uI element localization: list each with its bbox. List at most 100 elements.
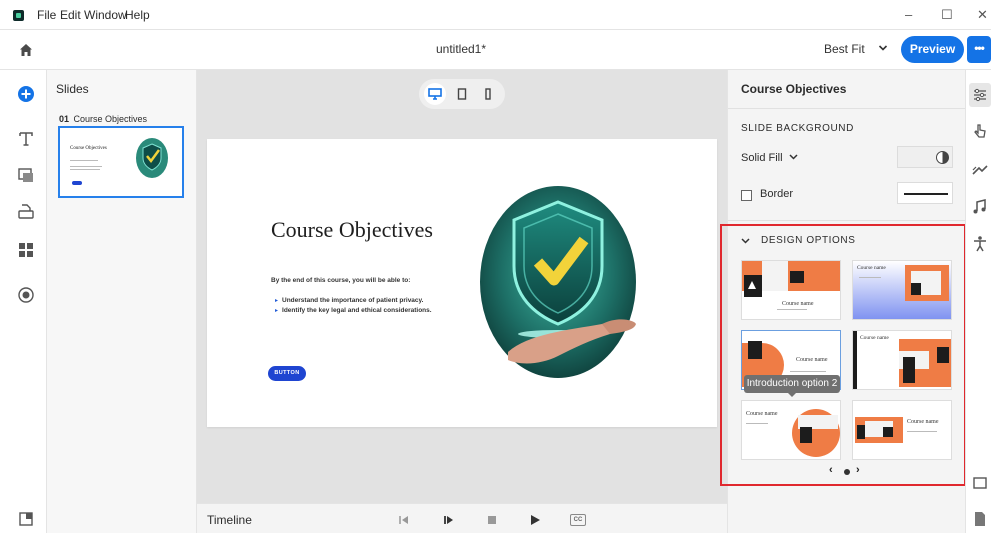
fill-type-dropdown[interactable]: Solid Fill [741,152,783,164]
border-label: Border [760,188,794,200]
panel-icon[interactable] [971,474,989,492]
slide-intro-text[interactable]: By the end of this course, you will be a… [271,277,410,284]
desktop-icon [428,88,442,100]
stop-icon[interactable] [485,513,499,527]
page-indicator-dot[interactable] [844,469,850,475]
design-layout-option[interactable]: Course name [852,400,952,460]
border-style-picker[interactable] [897,182,953,204]
left-toolbar [0,70,47,533]
design-layout-option[interactable]: Course name [852,330,952,390]
thumbnail-text-line [70,169,100,170]
document-title: untitled1* [435,42,487,56]
media-icon[interactable] [17,166,35,184]
previous-page-button[interactable]: ‹ [829,464,833,476]
close-window-button[interactable]: ✕ [977,7,988,23]
properties-panel: Course Objectives SLIDE BACKGROUND Solid… [720,70,966,533]
menubar: File Edit Window Help – ☐ ✕ [0,0,991,30]
thumbnail-text-line [70,166,102,167]
chevron-down-icon[interactable] [878,43,888,53]
slide-thumbnail[interactable]: Course Objectives [58,126,184,198]
file-icon[interactable] [971,510,989,528]
audio-icon[interactable] [971,198,989,216]
slide-title[interactable]: Course Objectives [271,217,433,243]
app-logo-icon [13,10,24,21]
divider [728,108,966,109]
more-options-button[interactable]: ••• [967,36,991,63]
minimize-button[interactable]: – [905,7,912,22]
mobile-icon [485,88,491,100]
thumbnail-button [72,181,82,185]
properties-title: Course Objectives [741,82,847,96]
layout-preview [742,401,840,459]
layout-preview [742,261,840,319]
design-layout-option[interactable]: Course name [741,400,841,460]
step-forward-icon[interactable] [442,513,456,527]
thumbnail-title: Course Objectives [70,146,107,151]
slide-bullet: Identify the key legal and ethical consi… [275,306,432,316]
right-rail [965,70,991,533]
divider [728,220,966,221]
zoom-dropdown[interactable]: Best Fit [824,42,865,56]
canvas-area: Course Objectives By the end of this cou… [197,70,727,503]
tablet-mode-button[interactable] [451,83,473,105]
tablet-icon [457,88,467,100]
slides-panel: Slides 01 Course Objectives Course Objec… [47,70,197,533]
desktop-mode-button[interactable] [424,83,446,105]
layout-title: Course name [907,419,939,425]
record-icon[interactable] [17,286,35,304]
design-layout-option[interactable]: Course name [741,260,841,320]
thumbnail-text-line [70,160,98,161]
menu-file[interactable]: File [37,8,56,22]
color-wheel-icon [936,151,949,164]
preview-button[interactable]: Preview [901,36,964,63]
layout-pager: ‹ › [829,464,865,478]
layout-title: Course name [860,335,889,341]
layout-title: Course name [782,301,814,307]
widgets-icon[interactable] [17,241,35,259]
design-options-heading[interactable]: DESIGN OPTIONS [761,235,856,246]
slide-name: Course Objectives [73,114,148,124]
slide-number: 01 [59,114,70,124]
layout-tooltip: Introduction option 2 [744,375,840,397]
slide-image[interactable] [478,184,638,380]
layout-title: Course name [796,357,828,363]
header-bar: untitled1* Best Fit Preview ••• [0,30,991,70]
menu-window[interactable]: Window [84,8,127,22]
layout-preview [853,401,951,459]
slide-button[interactable]: BUTTON [268,366,306,381]
slide-thumbnail-label: 01 Course Objectives [59,114,147,124]
thumbnail-image [136,138,168,178]
sliders-icon [974,88,986,102]
layout-title: Course name [857,265,886,271]
next-page-button[interactable]: › [856,464,860,476]
slide-background-heading: SLIDE BACKGROUND [741,123,854,134]
fill-color-picker[interactable] [897,146,953,168]
layout-title: Course name [746,411,778,417]
timeline-bar: Timeline CC [197,503,727,533]
device-mode-switcher [419,79,505,109]
border-checkbox[interactable] [741,190,752,201]
animation-icon[interactable] [971,162,989,180]
maximize-button[interactable]: ☐ [941,7,953,23]
slide-bullet-list[interactable]: Understand the importance of patient pri… [275,296,432,316]
closed-captions-button[interactable]: CC [570,514,586,526]
menu-edit[interactable]: Edit [60,8,81,22]
panel-toggle-icon[interactable] [17,510,35,528]
accessibility-icon[interactable] [971,235,989,253]
play-icon[interactable] [528,513,542,527]
chevron-down-icon[interactable] [741,236,750,245]
slide-bullet: Understand the importance of patient pri… [275,296,432,306]
interaction-icon[interactable] [971,122,989,140]
mobile-mode-button[interactable] [477,83,499,105]
properties-tab[interactable] [969,83,991,107]
step-back-icon[interactable] [397,513,411,527]
timeline-label: Timeline [207,513,252,527]
text-icon[interactable] [17,130,35,148]
design-layout-option[interactable]: Course name [852,260,952,320]
slides-panel-title: Slides [56,82,89,96]
slide-canvas[interactable]: Course Objectives By the end of this cou… [207,139,717,427]
interactions-icon[interactable] [17,202,35,220]
chevron-down-icon[interactable] [789,152,798,161]
add-icon[interactable] [17,85,35,103]
menu-help[interactable]: Help [125,8,150,22]
